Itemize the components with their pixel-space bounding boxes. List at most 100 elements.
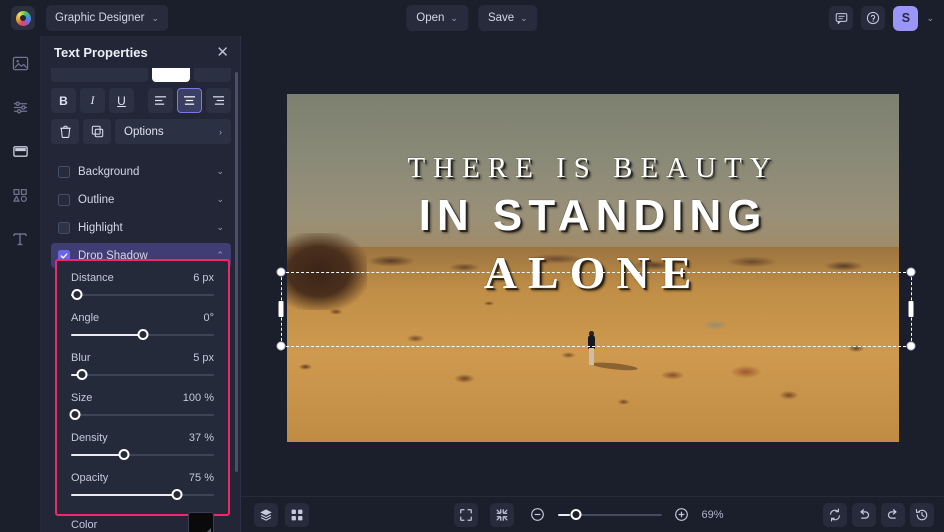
- effect-row-background[interactable]: Background ⌄: [51, 159, 231, 184]
- selection-handle-left-middle[interactable]: [279, 301, 284, 317]
- bold-label: B: [59, 94, 68, 108]
- size-slider-handle[interactable]: [70, 409, 81, 420]
- density-slider-handle[interactable]: [118, 449, 129, 460]
- background-checkbox[interactable]: [58, 166, 70, 178]
- slider-distance: Distance 6 px: [71, 272, 214, 302]
- left-tool-rail: [0, 36, 41, 532]
- effect-row-outline[interactable]: Outline ⌄: [51, 187, 231, 212]
- selection-handle-right-middle[interactable]: [909, 301, 914, 317]
- chevron-down-icon: ⌄: [450, 13, 458, 24]
- chevron-down-icon: ⌄: [216, 166, 224, 177]
- account-chevron-down-icon[interactable]: ⌄: [926, 13, 934, 24]
- bold-button[interactable]: B: [51, 88, 76, 113]
- blur-slider[interactable]: [71, 368, 214, 382]
- align-left-icon: [154, 95, 167, 106]
- person-legs: [589, 348, 594, 365]
- rail-item-text[interactable]: [7, 226, 33, 252]
- undo-button[interactable]: [852, 503, 876, 527]
- comment-button[interactable]: [829, 6, 853, 30]
- opacity-slider-handle[interactable]: [171, 489, 182, 500]
- redo-button[interactable]: [881, 503, 905, 527]
- rail-item-shapes[interactable]: [7, 182, 33, 208]
- shapes-icon: [12, 187, 29, 204]
- object-actions-row: Options ›: [51, 119, 231, 144]
- density-slider[interactable]: [71, 448, 214, 462]
- font-family-select[interactable]: [51, 68, 148, 82]
- shadow-color-swatch[interactable]: [188, 512, 214, 532]
- grid-icon: [290, 508, 304, 522]
- document-type-label: Graphic Designer: [55, 12, 144, 24]
- save-button[interactable]: Save ⌄: [478, 5, 538, 31]
- zoom-out-button[interactable]: [526, 503, 550, 527]
- close-icon[interactable]: ✕: [216, 45, 229, 60]
- help-button[interactable]: [861, 6, 885, 30]
- app-logo[interactable]: [11, 6, 35, 30]
- duplicate-button[interactable]: [83, 119, 111, 144]
- duplicate-icon: [91, 125, 104, 138]
- font-color-swatch[interactable]: [194, 68, 231, 82]
- collapse-icon: [495, 508, 509, 522]
- italic-label: I: [91, 93, 95, 108]
- shadow-color-row: Color: [71, 512, 214, 532]
- person-torso: [588, 335, 595, 349]
- sync-button[interactable]: [823, 503, 847, 527]
- blur-slider-handle[interactable]: [77, 369, 88, 380]
- density-label: Density: [71, 432, 108, 444]
- selection-handle-bottom-right[interactable]: [907, 342, 916, 351]
- opacity-slider[interactable]: [71, 488, 214, 502]
- distance-slider-handle[interactable]: [71, 289, 82, 300]
- open-button[interactable]: Open ⌄: [406, 5, 468, 31]
- align-right-button[interactable]: [206, 88, 231, 113]
- align-right-icon: [212, 95, 225, 106]
- artboard[interactable]: THERE IS BEAUTY IN STANDING ALONE: [287, 94, 899, 442]
- zoom-slider-handle[interactable]: [570, 509, 581, 520]
- canvas-stage[interactable]: THERE IS BEAUTY IN STANDING ALONE: [241, 36, 944, 532]
- rail-item-frame[interactable]: [7, 138, 33, 164]
- options-button[interactable]: Options ›: [115, 119, 231, 144]
- fit-screen-button[interactable]: [454, 503, 478, 527]
- layers-button[interactable]: [254, 503, 278, 527]
- rail-item-image[interactable]: [7, 50, 33, 76]
- rail-item-adjust[interactable]: [7, 94, 33, 120]
- size-slider[interactable]: [71, 408, 214, 422]
- outline-checkbox[interactable]: [58, 194, 70, 206]
- history-button[interactable]: [910, 503, 934, 527]
- document-type-dropdown[interactable]: Graphic Designer ⌄: [46, 5, 168, 31]
- align-center-button[interactable]: [177, 88, 202, 113]
- open-label: Open: [416, 12, 444, 24]
- underline-button[interactable]: U: [109, 88, 134, 113]
- selection-handle-bottom-left[interactable]: [277, 342, 286, 351]
- angle-slider[interactable]: [71, 328, 214, 342]
- italic-button[interactable]: I: [80, 88, 105, 113]
- delete-button[interactable]: [51, 119, 79, 144]
- plus-circle-icon: [674, 507, 689, 522]
- highlight-checkbox[interactable]: [58, 222, 70, 234]
- canvas-text-line-3[interactable]: ALONE: [287, 246, 899, 299]
- selection-handle-top-left[interactable]: [277, 268, 286, 277]
- distance-slider[interactable]: [71, 288, 214, 302]
- font-controls-row-clipped[interactable]: [51, 68, 231, 82]
- effect-row-highlight[interactable]: Highlight ⌄: [51, 215, 231, 240]
- canvas-text-line-1[interactable]: THERE IS BEAUTY: [287, 152, 899, 185]
- canvas-text-line-2[interactable]: IN STANDING: [287, 191, 899, 241]
- collapse-view-button[interactable]: [490, 503, 514, 527]
- size-label: Size: [71, 392, 92, 404]
- slider-bar: [71, 374, 214, 376]
- align-left-button[interactable]: [148, 88, 173, 113]
- zoom-slider[interactable]: [558, 509, 662, 521]
- panel-scrollbar[interactable]: [235, 72, 238, 472]
- outline-label: Outline: [78, 194, 208, 206]
- opacity-value: 75 %: [189, 472, 214, 484]
- angle-slider-handle[interactable]: [137, 329, 148, 340]
- zoom-in-button[interactable]: [670, 503, 694, 527]
- bottom-right-tools: [823, 503, 934, 527]
- slider-fill: [71, 494, 177, 496]
- selection-edge-right: [911, 272, 912, 346]
- grid-button[interactable]: [285, 503, 309, 527]
- selection-handle-top-right[interactable]: [907, 268, 916, 277]
- person-figure: [587, 331, 596, 365]
- color-label: Color: [71, 519, 97, 531]
- chevron-right-icon: ›: [219, 127, 222, 137]
- user-avatar[interactable]: S: [893, 6, 918, 31]
- font-size-select[interactable]: [152, 68, 189, 82]
